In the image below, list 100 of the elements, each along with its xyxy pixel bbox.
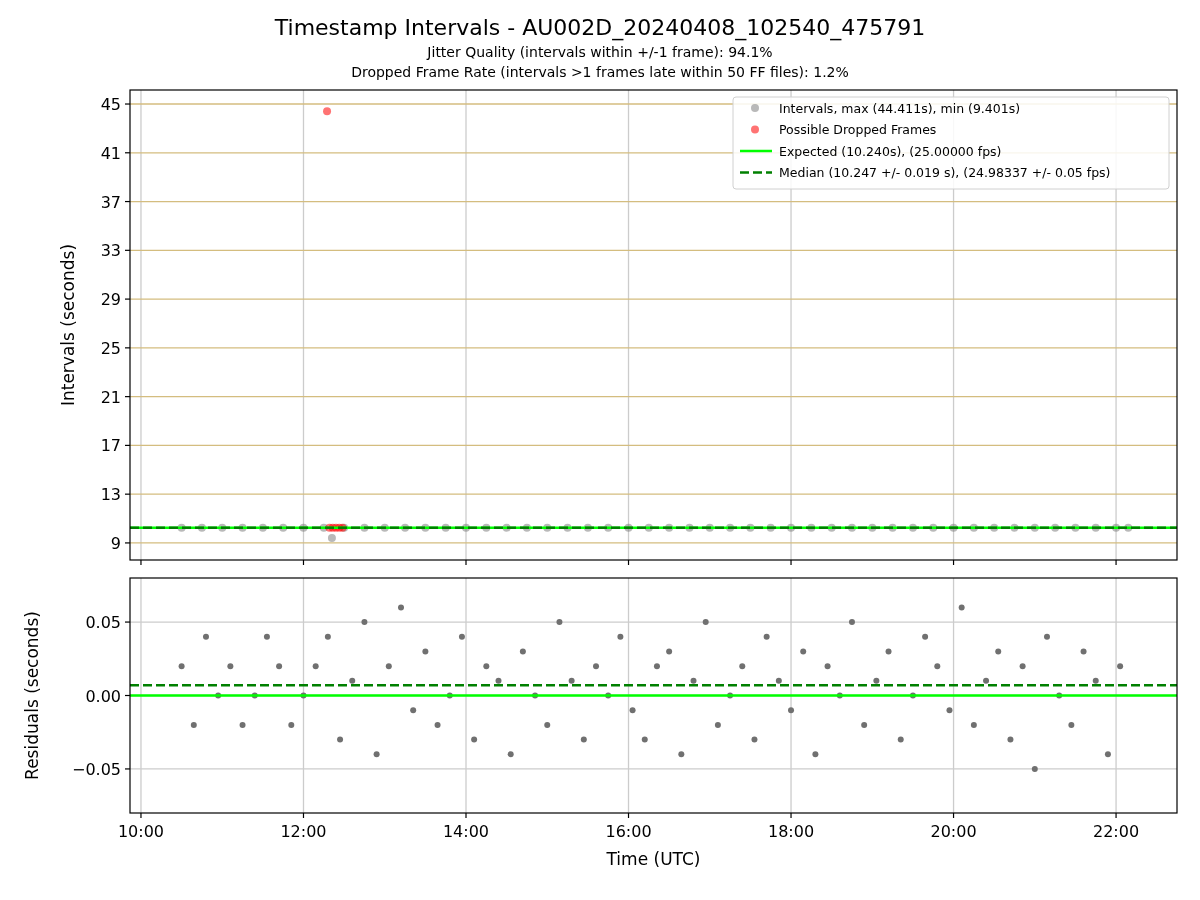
data-point <box>812 751 819 758</box>
data-point <box>909 692 916 699</box>
data-point <box>897 736 904 743</box>
data-point <box>800 648 807 655</box>
data-point <box>885 648 892 655</box>
data-point <box>373 751 380 758</box>
data-point <box>624 523 633 532</box>
tick-label: 25 <box>100 338 121 358</box>
data-point <box>908 523 917 532</box>
data-point <box>483 663 490 670</box>
data-point <box>787 523 796 532</box>
data-point <box>421 523 430 532</box>
data-point <box>543 523 552 532</box>
axis-label: Residuals (seconds) <box>22 611 42 780</box>
data-point <box>605 692 612 699</box>
data-point <box>690 677 697 684</box>
data-point <box>775 677 782 684</box>
data-point <box>868 523 877 532</box>
data-point <box>746 523 755 532</box>
tick-label: 12:00 <box>280 822 327 841</box>
data-point <box>446 692 453 699</box>
data-point <box>299 523 308 532</box>
data-point <box>848 619 855 626</box>
data-point <box>685 523 694 532</box>
data-point <box>1068 721 1075 728</box>
data-point <box>482 523 491 532</box>
data-point <box>727 692 734 699</box>
data-point <box>319 523 328 532</box>
data-point <box>653 663 660 670</box>
data-point <box>251 692 258 699</box>
data-point <box>462 523 470 532</box>
data-point <box>544 721 551 728</box>
data-point <box>568 677 575 684</box>
data-point <box>507 751 514 758</box>
tick-label: 20:00 <box>930 822 977 841</box>
data-point <box>983 677 990 684</box>
data-point <box>190 721 197 728</box>
data-point <box>1030 523 1039 532</box>
data-point <box>563 523 572 532</box>
tick-label: 16:00 <box>605 822 652 841</box>
data-point <box>288 721 295 728</box>
data-point <box>593 663 599 670</box>
data-point <box>1117 663 1124 670</box>
data-point <box>958 604 965 611</box>
data-point <box>203 633 209 640</box>
data-point <box>1044 633 1050 640</box>
tick-label: 10:00 <box>117 822 164 841</box>
data-point <box>739 663 746 670</box>
tick-label: 45 <box>100 95 121 114</box>
data-point <box>556 619 563 626</box>
tick-label: 33 <box>100 241 121 261</box>
data-point <box>441 523 450 532</box>
figure-subtitle: Dropped Frame Rate (intervals >1 frames late within 50 FF files): 1.2% <box>351 63 849 82</box>
data-point <box>847 523 856 532</box>
data-point <box>969 523 978 532</box>
data-point <box>215 692 222 699</box>
data-point <box>263 633 270 640</box>
data-point <box>678 751 685 758</box>
legend-marker-icon <box>751 125 759 134</box>
data-point <box>836 692 843 699</box>
data-point <box>583 523 592 532</box>
data-point <box>1104 751 1111 758</box>
data-point <box>258 523 267 532</box>
data-point <box>300 692 307 699</box>
data-point <box>827 523 836 532</box>
tick-label: 22:00 <box>1093 822 1140 841</box>
axis-label: Intervals (seconds) <box>58 243 78 407</box>
data-point <box>665 523 674 532</box>
data-point <box>227 663 234 670</box>
data-point <box>197 523 206 532</box>
data-point <box>434 721 441 728</box>
data-point <box>604 523 613 532</box>
data-point <box>666 648 673 655</box>
data-point <box>929 523 938 532</box>
tick-label: 0.05 <box>85 613 121 633</box>
figure-subtitle: Jitter Quality (intervals within +/-1 frame): 94.1% <box>427 43 773 62</box>
data-point <box>580 736 587 743</box>
data-point <box>218 523 227 532</box>
legend-label: Intervals, max (44.411s), min (9.401s) <box>779 100 1021 116</box>
data-point <box>970 721 977 728</box>
tick-label: 0.00 <box>85 686 121 706</box>
data-point <box>177 523 186 532</box>
legend-label: Expected (10.240s), (25.00000 fps) <box>779 143 1002 159</box>
data-point <box>279 523 288 532</box>
data-point <box>788 707 795 714</box>
data-point <box>641 736 648 743</box>
data-point <box>519 648 526 655</box>
data-point <box>990 523 999 532</box>
data-point <box>502 523 511 532</box>
data-point <box>335 523 344 532</box>
data-point <box>522 523 531 532</box>
data-point <box>361 619 368 626</box>
data-point <box>934 663 941 670</box>
data-point <box>751 736 758 743</box>
data-point <box>312 663 319 670</box>
legend-marker-icon <box>751 104 759 112</box>
data-point <box>1056 692 1063 699</box>
data-point <box>328 523 337 532</box>
data-point <box>1019 663 1026 670</box>
data-point <box>323 107 332 116</box>
